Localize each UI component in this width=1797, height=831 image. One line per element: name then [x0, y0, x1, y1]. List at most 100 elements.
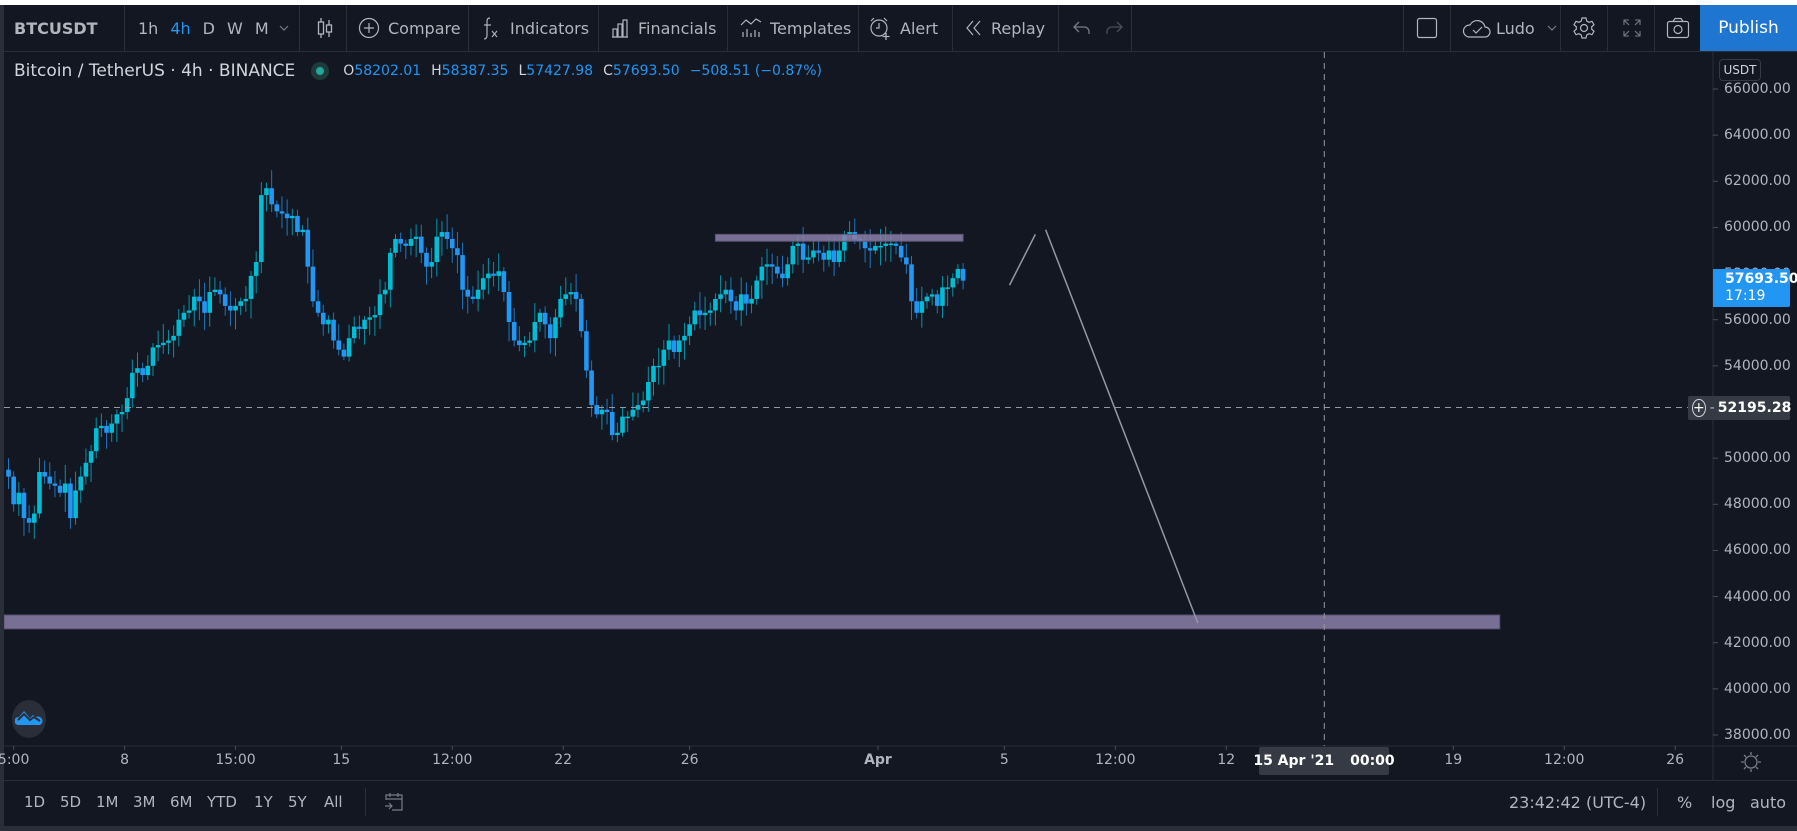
account-button[interactable]: Ludo	[1462, 5, 1557, 51]
candle-up	[713, 298, 718, 311]
candle-down	[6, 469, 11, 477]
fullscreen-button[interactable]	[1619, 5, 1645, 51]
candle-up	[367, 317, 372, 320]
candle-down	[542, 312, 548, 325]
add-plus-icon[interactable]: +	[1692, 399, 1706, 417]
settings-button[interactable]	[1571, 5, 1597, 51]
candle-up	[522, 342, 527, 346]
axis-settings-button[interactable]	[1740, 751, 1762, 777]
candle-down	[449, 238, 455, 249]
candle-up	[377, 294, 383, 316]
candle-up	[181, 312, 187, 320]
timeframe-m[interactable]: M	[255, 19, 269, 38]
range-button-1y[interactable]: 1Y	[254, 793, 273, 811]
price-tick-label: 56000.00	[1724, 311, 1791, 328]
percent-toggle[interactable]: %	[1677, 793, 1692, 812]
range-button-5d[interactable]: 5D	[60, 793, 81, 811]
crosshair-time-label: 15 Apr '21 00:00	[1253, 747, 1395, 775]
financials-button[interactable]: Financials	[610, 5, 716, 51]
account-label: Ludo	[1496, 18, 1535, 38]
snapshot-button[interactable]	[1664, 5, 1692, 51]
candle-up	[326, 319, 331, 325]
candle-up	[873, 245, 878, 251]
candle-down	[960, 268, 966, 281]
candle-up	[661, 349, 667, 366]
candle-down	[506, 292, 512, 323]
candle-down	[671, 340, 677, 353]
timeframe-d[interactable]: D	[203, 19, 215, 38]
compare-button[interactable]: Compare	[358, 5, 461, 51]
candle-up	[372, 315, 378, 318]
auto-toggle[interactable]: auto	[1750, 793, 1786, 812]
range-button-1d[interactable]: 1D	[24, 793, 45, 811]
candle-up	[795, 243, 801, 246]
alert-button[interactable]: Alert	[868, 5, 938, 51]
candle-up	[692, 310, 698, 325]
ohlc-close: C57693.50	[603, 63, 680, 79]
candle-down	[733, 301, 739, 311]
candle-up	[806, 257, 811, 260]
sun-gear-icon	[1740, 752, 1762, 777]
time-tick-label: 15	[332, 752, 351, 768]
candle-up	[878, 245, 883, 248]
range-button-5y[interactable]: 5Y	[288, 793, 307, 811]
templates-button[interactable]: Templates	[740, 5, 851, 51]
candle-down	[11, 476, 16, 505]
undo-button[interactable]	[1070, 5, 1094, 51]
candle-up	[155, 345, 161, 348]
indicators-button[interactable]: Indicators	[480, 5, 589, 51]
timeframe-dropdown-chevron-icon[interactable]	[279, 25, 289, 31]
candle-up	[940, 287, 945, 306]
divider	[598, 5, 599, 51]
candle-up	[568, 292, 574, 295]
candle-up	[253, 262, 259, 276]
candle-up	[264, 188, 269, 196]
divider	[858, 5, 859, 51]
account-chevron-down-icon	[1547, 25, 1557, 31]
camera-icon	[1666, 17, 1690, 39]
range-button-1m[interactable]: 1M	[96, 793, 119, 811]
candle-down	[310, 266, 316, 302]
timeframe-w[interactable]: W	[227, 19, 243, 38]
clock-timezone[interactable]: 23:42:42 (UTC-4)	[1509, 793, 1646, 812]
log-toggle[interactable]: log	[1711, 793, 1735, 812]
time-tick-label: 12:00	[1544, 752, 1585, 768]
candle-up	[749, 298, 754, 304]
calendar-arrow-icon	[384, 793, 404, 816]
candle-up	[759, 266, 765, 281]
candle-up	[243, 298, 249, 302]
top-toolbar: BTCUSDT 1h 4h D W M Compare Indicators F…	[4, 5, 1797, 52]
candle-up	[723, 289, 729, 295]
go-to-date-button[interactable]	[384, 792, 404, 816]
candle-up	[919, 301, 925, 313]
range-button-3m[interactable]: 3M	[133, 793, 156, 811]
candle-down	[609, 412, 615, 436]
divider	[1131, 5, 1132, 51]
timeframe-4h[interactable]: 4h	[170, 19, 190, 38]
divider	[952, 5, 953, 51]
range-button-all[interactable]: All	[324, 793, 343, 811]
candle-down	[744, 294, 749, 304]
candle-up	[413, 236, 419, 239]
candle-down	[935, 294, 940, 306]
layout-button[interactable]	[1415, 5, 1439, 51]
timeframe-1h[interactable]: 1h	[138, 19, 158, 38]
candle-up	[532, 322, 538, 341]
currency-badge[interactable]: USDT	[1719, 59, 1761, 81]
tradingview-logo[interactable]	[12, 700, 46, 738]
redo-button[interactable]	[1102, 5, 1126, 51]
chart-type-button[interactable]	[309, 5, 341, 51]
candle-up	[145, 365, 151, 376]
publish-button[interactable]: Publish	[1700, 5, 1797, 51]
candle-up	[929, 294, 935, 297]
range-button-6m[interactable]: 6M	[170, 793, 193, 811]
candle-up	[161, 342, 166, 346]
candle-down	[816, 250, 821, 253]
symbol-search-button[interactable]: BTCUSDT	[14, 5, 124, 51]
range-button-ytd[interactable]: YTD	[207, 793, 237, 811]
replay-button[interactable]: Replay	[965, 5, 1045, 51]
price-chart[interactable]	[4, 52, 1797, 780]
price-tick-label: 62000.00	[1724, 173, 1791, 190]
price-tick-label: 64000.00	[1724, 127, 1791, 144]
symbol-title[interactable]: Bitcoin / TetherUS · 4h · BINANCE	[14, 61, 295, 81]
